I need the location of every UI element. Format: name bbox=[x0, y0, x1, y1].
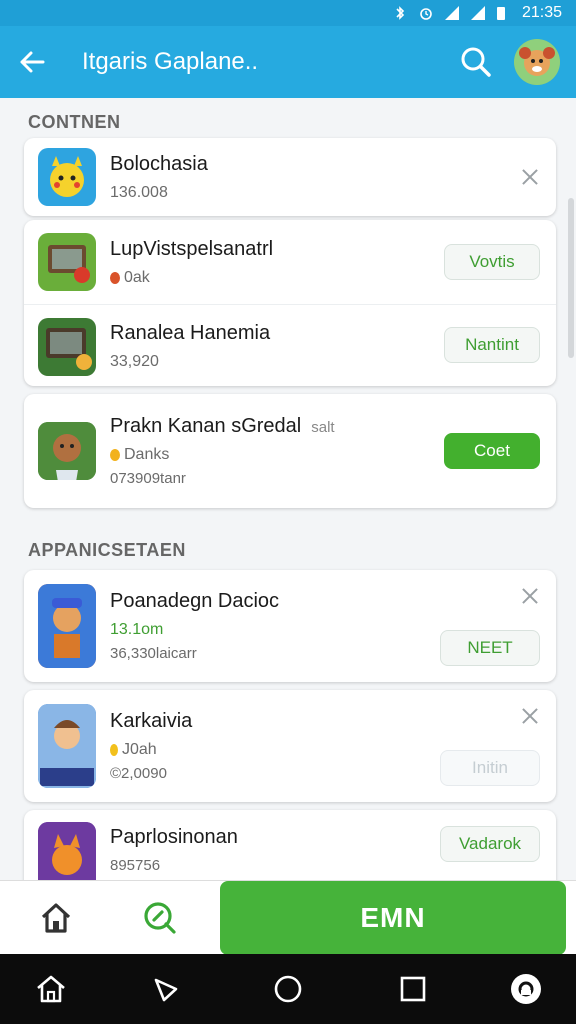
app-icon bbox=[38, 148, 96, 206]
app-icon bbox=[38, 704, 96, 788]
app-action-button[interactable]: Vovtis bbox=[444, 244, 540, 280]
list-item[interactable]: Prakn Kanan sGredal salt Danks 073909tanr… bbox=[24, 394, 556, 508]
primary-action-button[interactable]: EМN bbox=[220, 881, 566, 955]
section-title-content: CONTNEN bbox=[28, 112, 121, 132]
app-icon bbox=[38, 317, 96, 376]
app-icon bbox=[38, 822, 96, 880]
app-card[interactable]: LupVistspelsanatrl 0ak Vovtis Ranalea Ha… bbox=[24, 220, 556, 386]
dismiss-button[interactable] bbox=[520, 167, 540, 187]
home-tab[interactable] bbox=[22, 893, 90, 943]
system-nav-bar bbox=[0, 954, 576, 1024]
arrow-left-icon bbox=[20, 51, 45, 73]
status-time: 21:35 bbox=[521, 4, 562, 21]
home-outline-icon bbox=[37, 975, 65, 1003]
system-home-button[interactable] bbox=[33, 971, 69, 1007]
app-name: Karkaivia bbox=[110, 710, 193, 732]
rating-dot-icon bbox=[110, 744, 118, 756]
app-tag: salt bbox=[311, 419, 335, 436]
app-bar: Itgaris Gaplane.. bbox=[0, 26, 576, 98]
scrollbar[interactable] bbox=[568, 198, 574, 358]
app-card[interactable]: Bolochasia 136.008 bbox=[24, 138, 556, 216]
list-item[interactable]: Paprlosinonan 895756 Vadarok bbox=[24, 810, 556, 880]
wifi-signal-icon bbox=[470, 5, 486, 21]
page-title: Itgaris Gaplane.. bbox=[82, 48, 259, 75]
system-overview-button[interactable] bbox=[270, 971, 306, 1007]
app-icon bbox=[38, 233, 96, 291]
triangle-back-icon bbox=[154, 978, 178, 1002]
square-icon bbox=[400, 976, 426, 1002]
app-icon bbox=[38, 584, 96, 668]
app-action-button[interactable]: Initin bbox=[440, 750, 540, 786]
app-name: Poanadegn Dacioc bbox=[110, 590, 280, 612]
search-icon bbox=[144, 902, 176, 934]
app-icon bbox=[38, 422, 96, 480]
app-card[interactable]: Karkaivia J0ah ©2,0090 Initin bbox=[24, 690, 556, 802]
circle-icon bbox=[274, 975, 302, 1003]
avatar[interactable] bbox=[514, 39, 560, 85]
alarm-icon bbox=[418, 5, 434, 21]
assistant-icon bbox=[511, 974, 541, 1004]
app-downloads: 073909tanr bbox=[110, 470, 186, 487]
app-card[interactable]: Paprlosinonan 895756 Vadarok bbox=[24, 810, 556, 880]
get-button[interactable]: Coet bbox=[444, 433, 540, 469]
app-card[interactable]: Poanadegn Dacioc 13.1om 36,330laicarr NE… bbox=[24, 570, 556, 682]
avatar-icon bbox=[514, 39, 560, 85]
section-title-apps: APPANICSETAEN bbox=[28, 540, 186, 560]
list-item[interactable]: LupVistspelsanatrl 0ak Vovtis bbox=[24, 220, 556, 304]
app-action-button[interactable]: Vadarok bbox=[440, 826, 540, 862]
search-tab[interactable] bbox=[126, 893, 194, 943]
list-item[interactable]: Poanadegn Dacioc 13.1om 36,330laicarr NE… bbox=[24, 570, 556, 682]
battery-icon bbox=[496, 5, 512, 21]
search-icon bbox=[461, 47, 491, 77]
assistant-button[interactable] bbox=[508, 971, 544, 1007]
search-button[interactable] bbox=[448, 34, 504, 90]
system-back-button[interactable] bbox=[147, 971, 183, 1007]
list-item[interactable]: Bolochasia 136.008 bbox=[24, 138, 556, 216]
system-recents-button[interactable] bbox=[395, 971, 431, 1007]
app-meta: 136.008 bbox=[110, 183, 168, 201]
bluetooth-icon bbox=[392, 5, 408, 21]
content-area[interactable]: CONTNEN Bolochasia 136.008 LupVistspelsa… bbox=[0, 98, 576, 880]
app-name: Bolochasia bbox=[110, 152, 208, 175]
list-item[interactable]: Ranalea Hanemia 33,920 Nantint bbox=[24, 304, 556, 386]
list-item[interactable]: Karkaivia J0ah ©2,0090 Initin bbox=[24, 690, 556, 802]
rating-dot-icon bbox=[110, 449, 120, 461]
rating-dot-icon bbox=[110, 271, 120, 284]
dismiss-button[interactable] bbox=[520, 706, 540, 726]
app-action-button[interactable]: NEET bbox=[440, 630, 540, 666]
bottom-nav: EМN bbox=[0, 880, 576, 955]
status-bar: 21:35 bbox=[0, 0, 576, 26]
back-button[interactable] bbox=[0, 26, 64, 98]
app-action-button[interactable]: Nantint bbox=[444, 327, 540, 363]
home-icon bbox=[41, 903, 71, 933]
signal-icon bbox=[444, 5, 460, 21]
dismiss-button[interactable] bbox=[520, 586, 540, 606]
app-card[interactable]: Prakn Kanan sGredal salt Danks 073909tanr… bbox=[24, 394, 556, 508]
